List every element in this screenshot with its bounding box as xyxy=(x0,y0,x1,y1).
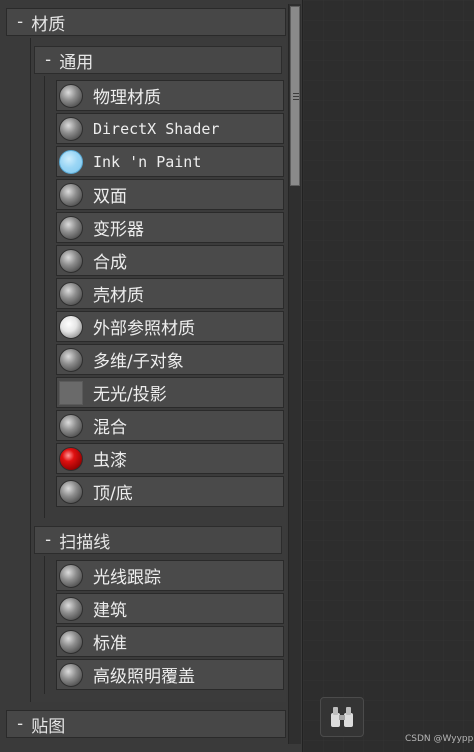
material-item-advanced-lighting-override[interactable]: 高级照明覆盖 xyxy=(56,659,284,690)
item-label: 无光/投影 xyxy=(93,385,167,405)
gray-sphere-icon xyxy=(59,413,83,438)
item-label: 顶/底 xyxy=(93,484,133,504)
grip-line xyxy=(293,99,299,100)
item-label: 合成 xyxy=(93,253,127,273)
gray-sphere-icon xyxy=(59,248,83,273)
gray-sphere-icon xyxy=(59,596,83,621)
material-item-multi-sub-object[interactable]: 多维/子对象 xyxy=(56,344,284,375)
gray-sphere-icon xyxy=(59,182,83,207)
material-item-raytrace[interactable]: 光线跟踪 xyxy=(56,560,284,591)
watermark: CSDN @Wyypp xyxy=(405,734,474,744)
gray-sphere-icon xyxy=(59,479,83,504)
gray-sphere-icon xyxy=(59,662,83,687)
gray-sphere-icon xyxy=(59,116,83,141)
item-label: 建筑 xyxy=(93,601,127,621)
item-label: 壳材质 xyxy=(93,286,144,306)
grid-background xyxy=(303,0,474,752)
category-title: 材质 xyxy=(31,14,66,35)
item-label: 变形器 xyxy=(93,220,144,240)
item-label: Ink 'n Paint xyxy=(93,152,202,171)
item-label: 双面 xyxy=(93,187,127,207)
material-item-ink-n-paint[interactable]: Ink 'n Paint xyxy=(56,146,284,177)
material-item-standard[interactable]: 标准 xyxy=(56,626,284,657)
material-item-directx-shader[interactable]: DirectX Shader xyxy=(56,113,284,144)
material-item-xref[interactable]: 外部参照材质 xyxy=(56,311,284,342)
group-title: 扫描线 xyxy=(59,532,111,553)
material-item-matte-shadow[interactable]: 无光/投影 xyxy=(56,377,284,408)
grip-line xyxy=(293,96,299,97)
gray-sphere-icon xyxy=(59,347,83,372)
group-header-scanline[interactable]: - 扫描线 xyxy=(34,526,282,554)
gray-square-icon xyxy=(59,380,83,405)
item-label: DirectX Shader xyxy=(93,119,220,138)
gray-sphere-icon xyxy=(59,563,83,588)
grip-line xyxy=(293,93,299,94)
collapse-toggle[interactable]: - xyxy=(15,12,25,32)
vertical-scrollbar[interactable] xyxy=(288,4,301,744)
collapse-toggle[interactable]: - xyxy=(15,714,25,734)
gray-sphere-icon xyxy=(59,83,83,108)
material-item-architectural[interactable]: 建筑 xyxy=(56,593,284,624)
binoculars-button[interactable] xyxy=(320,697,364,737)
tree-guide-line xyxy=(44,556,45,694)
category-header-materials[interactable]: - 材质 xyxy=(6,8,286,36)
gray-sphere-icon xyxy=(59,281,83,306)
material-item-top-bottom[interactable]: 顶/底 xyxy=(56,476,284,507)
material-item-shell[interactable]: 壳材质 xyxy=(56,278,284,309)
item-label: 标准 xyxy=(93,634,127,654)
gray-sphere-icon xyxy=(59,629,83,654)
item-label: 虫漆 xyxy=(93,451,127,471)
scrollbar-thumb[interactable] xyxy=(290,6,300,186)
material-item-blend[interactable]: 混合 xyxy=(56,410,284,441)
node-view-panel[interactable] xyxy=(303,0,474,752)
group-title: 通用 xyxy=(59,52,94,73)
material-item-shellac[interactable]: 虫漆 xyxy=(56,443,284,474)
material-map-browser: - 材质 - 通用 物理材质 DirectX Shader Ink 'n Pai… xyxy=(0,0,303,752)
group-header-general[interactable]: - 通用 xyxy=(34,46,282,74)
material-item-double-sided[interactable]: 双面 xyxy=(56,179,284,210)
collapse-toggle[interactable]: - xyxy=(43,50,53,70)
material-item-physical[interactable]: 物理材质 xyxy=(56,80,284,111)
red-sphere-icon xyxy=(59,446,83,471)
binoculars-icon xyxy=(331,707,353,727)
item-label: 多维/子对象 xyxy=(93,352,184,372)
item-label: 高级照明覆盖 xyxy=(93,667,195,687)
item-label: 混合 xyxy=(93,418,127,438)
collapse-toggle[interactable]: - xyxy=(43,530,53,550)
material-item-morpher[interactable]: 变形器 xyxy=(56,212,284,243)
light-blue-sphere-icon xyxy=(59,149,83,174)
category-header-maps[interactable]: - 贴图 xyxy=(6,710,286,738)
item-label: 光线跟踪 xyxy=(93,568,161,588)
item-label: 外部参照材质 xyxy=(93,319,195,339)
material-item-composite[interactable]: 合成 xyxy=(56,245,284,276)
white-sphere-icon xyxy=(59,314,83,339)
category-title: 贴图 xyxy=(31,716,66,737)
tree-guide-line xyxy=(44,76,45,518)
gray-sphere-icon xyxy=(59,215,83,240)
item-label: 物理材质 xyxy=(93,88,161,108)
